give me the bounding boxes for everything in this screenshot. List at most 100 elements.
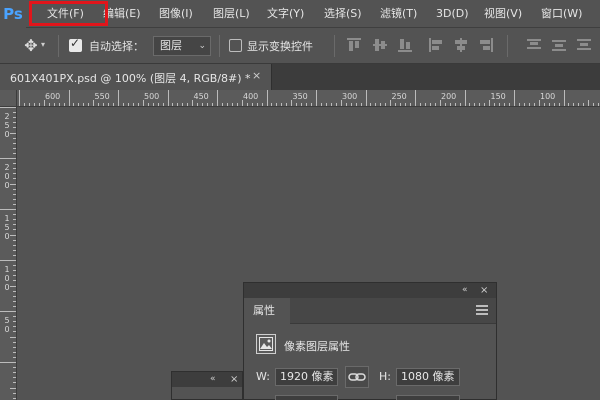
menu-view[interactable]: 视图(V)	[484, 0, 522, 28]
close-icon[interactable]: ×	[480, 283, 488, 298]
ruler-label: 350	[292, 92, 308, 101]
ruler-label: 150	[490, 92, 506, 101]
auto-select-checkbox[interactable]	[69, 36, 82, 52]
options-bar: ✥ ▾ 自动选择： 图层 ⌄ 显示变换控件	[0, 28, 600, 64]
panel-title-strip[interactable]: « ×	[244, 283, 496, 298]
show-transform-label: 显示变换控件	[247, 40, 313, 53]
chevron-down-icon[interactable]: ▾	[41, 40, 45, 49]
ruler-tick	[573, 103, 575, 106]
ruler-tick	[202, 103, 204, 106]
menu-image[interactable]: 图像(I)	[159, 0, 193, 28]
menu-select[interactable]: 选择(S)	[324, 0, 362, 28]
align-left-icon[interactable]	[429, 38, 443, 52]
ruler-tick	[494, 103, 496, 106]
menu-layer[interactable]: 图层(L)	[213, 0, 250, 28]
ruler-tick	[103, 103, 105, 106]
divider	[334, 35, 335, 57]
ruler-tick	[221, 103, 223, 106]
ruler-tick	[306, 103, 308, 106]
collapse-icon[interactable]: «	[462, 283, 468, 298]
ruler-tick	[13, 127, 16, 129]
ruler-tick	[23, 103, 25, 106]
close-icon[interactable]: ×	[252, 69, 261, 82]
ruler-tick	[370, 103, 372, 106]
ruler-tick	[13, 152, 16, 154]
ruler-tick	[231, 103, 233, 106]
ruler-tick	[375, 103, 377, 106]
ruler-tick	[395, 103, 397, 106]
move-icon[interactable]: ✥	[20, 36, 42, 56]
link-dimensions-button[interactable]	[345, 366, 369, 388]
photoshop-logo[interactable]: Ps	[0, 0, 26, 28]
auto-select-target-dropdown[interactable]: 图层 ⌄	[153, 36, 211, 56]
ruler-label: 150	[4, 214, 10, 241]
ruler-tick	[13, 351, 16, 353]
ruler-label: 50	[4, 316, 10, 334]
menu-window[interactable]: 窗口(W)	[541, 0, 582, 28]
height-field[interactable]: 1080 像素	[396, 368, 460, 386]
ruler-tick	[13, 265, 16, 267]
ruler-tick	[13, 147, 16, 149]
menu-edit[interactable]: 编辑(E)	[103, 0, 141, 28]
link-icon	[348, 373, 366, 381]
ruler-tick	[10, 387, 16, 389]
ruler-tick	[0, 107, 16, 108]
ruler-tick	[543, 103, 545, 106]
ruler-tick	[177, 103, 179, 106]
ruler-tick	[33, 103, 35, 106]
ruler-tick	[13, 188, 16, 190]
ruler-tick	[528, 103, 530, 106]
ruler-tick	[13, 316, 16, 318]
align-horizontal-center-icon[interactable]	[454, 38, 468, 52]
menu-type[interactable]: 文字(Y)	[267, 0, 304, 28]
align-right-icon[interactable]	[479, 38, 493, 52]
properties-header: 属性	[244, 298, 496, 324]
ruler-tick	[38, 103, 40, 106]
properties-panel: « × 属性 像素图层属性 W: 1920 像素 H: 1080 像素	[243, 282, 497, 400]
ruler-tick	[53, 103, 55, 106]
ruler-origin[interactable]	[0, 90, 17, 107]
ruler-tick	[132, 103, 134, 106]
y-field[interactable]	[396, 395, 460, 400]
ruler-tick	[13, 321, 16, 323]
panel-menu-icon[interactable]	[476, 305, 488, 315]
ruler-tick	[514, 90, 515, 106]
menu-filter[interactable]: 滤镜(T)	[380, 0, 417, 28]
close-icon[interactable]: ×	[230, 372, 238, 387]
ruler-tick	[330, 103, 332, 106]
ruler-tick	[28, 103, 30, 106]
vertical-ruler[interactable]: 250 200 150 100 50	[0, 107, 17, 400]
ruler-tick	[0, 311, 16, 312]
ruler-tick	[63, 103, 65, 106]
menu-3d[interactable]: 3D(D)	[436, 0, 469, 28]
width-label: W:	[256, 370, 270, 383]
document-tab[interactable]: 601X401PX.psd @ 100% (图层 4, RGB/8#) * ×	[0, 64, 272, 90]
align-bottom-icon[interactable]	[398, 38, 412, 52]
width-field[interactable]: 1920 像素	[275, 368, 338, 386]
distribute-bottom-icon[interactable]	[577, 38, 591, 52]
ruler-label: 550	[94, 92, 110, 101]
align-vertical-center-icon[interactable]	[373, 38, 387, 52]
ruler-tick	[410, 103, 412, 106]
ruler-tick	[13, 397, 16, 399]
ruler-tick	[182, 103, 184, 106]
show-transform-checkbox[interactable]	[229, 39, 242, 52]
ruler-tick	[449, 103, 451, 106]
ruler-tick	[360, 103, 362, 106]
panel-title-strip[interactable]: « ×	[172, 372, 242, 387]
distribute-top-icon[interactable]	[527, 38, 541, 52]
align-top-icon[interactable]	[347, 38, 361, 52]
horizontal-ruler[interactable]: 600 550 500 450 400 350 300 250 200 150 100	[17, 90, 600, 107]
ruler-tick	[13, 326, 16, 328]
document-tab-title: 601X401PX.psd @ 100% (图层 4, RGB/8#) *	[10, 72, 251, 85]
x-field[interactable]	[275, 395, 338, 400]
ruler-tick	[152, 103, 154, 106]
ruler-tick	[13, 331, 16, 333]
collapse-icon[interactable]: «	[210, 372, 216, 387]
ruler-tick	[13, 377, 16, 379]
ruler-tick	[266, 90, 268, 106]
distribute-vertical-center-icon[interactable]	[552, 38, 566, 52]
ruler-tick	[454, 103, 456, 106]
tab-properties[interactable]: 属性	[244, 298, 290, 324]
ruler-tick	[13, 367, 16, 369]
